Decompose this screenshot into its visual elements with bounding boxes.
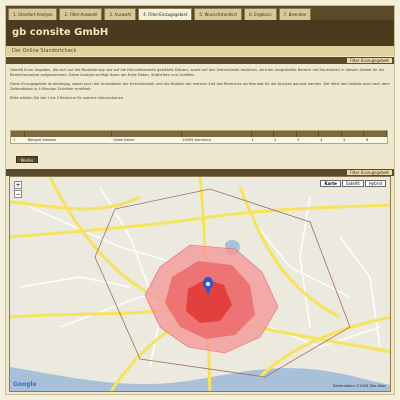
section-title: Filter Einzugsgebiet <box>346 58 392 63</box>
table-cell: 5 <box>343 138 346 142</box>
location-table: 1 Beispiel Adresse Grote Kaiser 20095 Hambu… <box>10 130 388 144</box>
table-cell: 4 <box>320 138 323 142</box>
tab-step-4[interactable]: 4. Filter-Einzugsgebiet <box>138 8 193 20</box>
google-logo[interactable]: Google <box>13 381 37 388</box>
tab-step-6[interactable]: 6. Ergebnis <box>244 8 277 20</box>
map-copyright: Kartendaten ©2008 Tele Atlas <box>333 384 386 388</box>
map-canvas[interactable] <box>10 177 391 392</box>
catchment-map[interactable]: + − Karte Satellit Hybrid Google Kartendat… <box>9 176 391 392</box>
table-row[interactable]: 1 Beispiel Adresse Grote Kaiser 20095 Hambu… <box>11 137 387 143</box>
map-type-controls: Karte Satellit Hybrid <box>320 180 386 187</box>
table-cell: 6 <box>366 138 369 142</box>
section-header-filter: Filter Einzugsgebiet <box>6 57 394 64</box>
tab-step-3[interactable]: 3. Auswahl <box>104 8 137 20</box>
map-zoom-controls: + − <box>14 181 22 199</box>
map-type-hybrid-button[interactable]: Hybrid <box>364 180 386 187</box>
table-cell: Grote Kaiser <box>113 138 135 142</box>
tab-step-1[interactable]: 1. Standort-Analyse <box>8 8 58 20</box>
table-cell: 20095 Hamburg <box>182 138 211 142</box>
map-section-title: Filter Einzugsgebiet <box>346 170 392 175</box>
map-type-karte-button[interactable]: Karte <box>320 180 341 187</box>
section-header-map: Filter Einzugsgebiet <box>6 169 394 176</box>
brand-logo[interactable]: gb consite GmbH <box>12 27 108 38</box>
next-button[interactable]: Weiter <box>16 156 38 163</box>
tab-step-5[interactable]: 5. Wunschstandort <box>194 8 243 20</box>
app-frame: 1. Standort-Analyse 2. Filter-Auswahl 3. A… <box>5 5 395 395</box>
intro-text: Gemäß Ihren Angaben, die sich auf die Mo… <box>10 68 390 105</box>
zoom-in-button[interactable]: + <box>14 181 22 189</box>
intro-paragraph-1: Gemäß Ihren Angaben, die sich auf die Mo… <box>10 68 385 77</box>
tab-step-7[interactable]: 7. Beenden <box>278 8 312 20</box>
site-header: gb consite GmbH <box>6 20 394 46</box>
tab-step-2[interactable]: 2. Filter-Auswahl <box>59 8 103 20</box>
table-cell: 1 <box>13 138 16 142</box>
step-tab-bar: 1. Standort-Analyse 2. Filter-Auswahl 3. A… <box>6 6 394 20</box>
table-cell: 3 <box>297 138 300 142</box>
intro-paragraph-3: Bitte wählen Sie die 1 bis 3 Bereiche fü… <box>10 96 125 100</box>
map-type-satellit-button[interactable]: Satellit <box>341 180 364 187</box>
table-cell: Beispiel Adresse <box>27 138 57 142</box>
intro-paragraph-2: Diese Einzugsgebiet ist abhängig, wobei … <box>10 82 390 91</box>
site-tagline: Der Online Standortcheck <box>6 46 394 56</box>
table-cell: 1 <box>251 138 254 142</box>
zoom-out-button[interactable]: − <box>14 190 22 198</box>
table-cell: 2 <box>274 138 277 142</box>
